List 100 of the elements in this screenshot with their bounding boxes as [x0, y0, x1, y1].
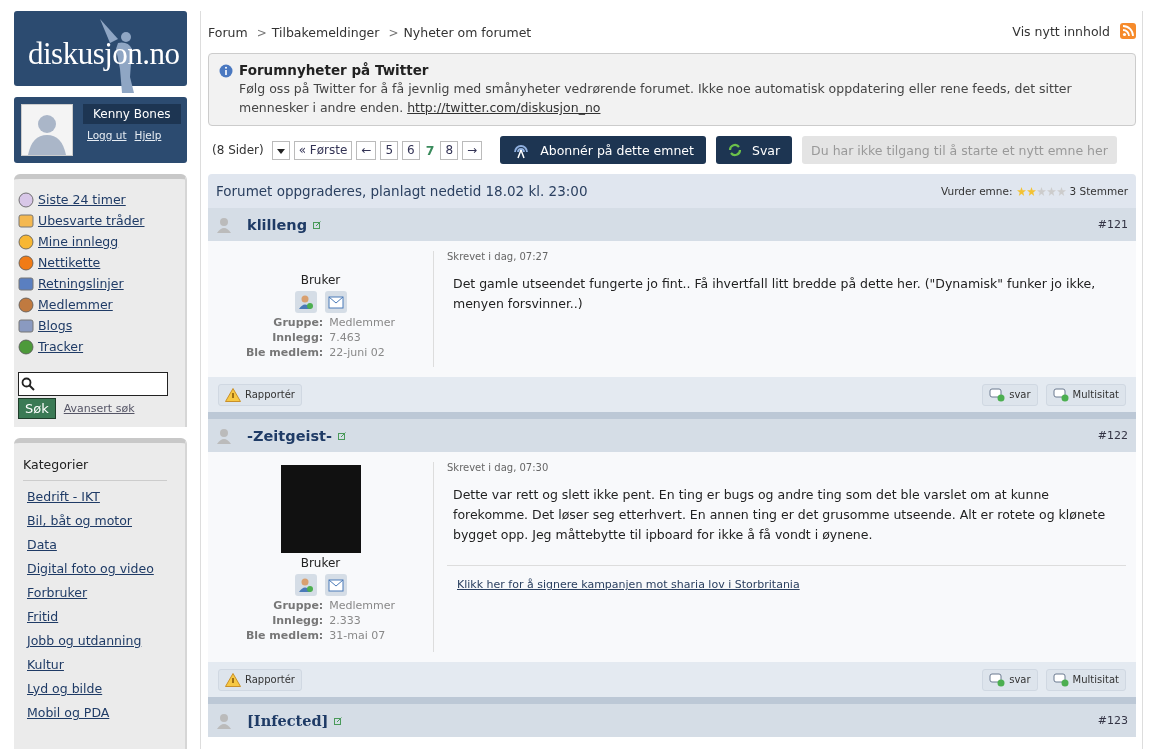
category-link[interactable]: Forbruker [23, 585, 167, 609]
category-link[interactable]: Digital foto og video [23, 561, 167, 585]
speech-bubble-plus-icon [1052, 672, 1069, 687]
twitter-link[interactable]: http://twitter.com/diskusjon_no [407, 100, 601, 115]
categories-title: Kategorier [23, 457, 167, 481]
reply-button[interactable]: svar [982, 668, 1038, 691]
external-link-icon[interactable] [313, 220, 322, 229]
field-label: Ble medlem: [245, 628, 324, 643]
message-button[interactable] [324, 574, 347, 596]
nav-link[interactable]: Medlemmer [18, 294, 185, 315]
vote-count: 3 Stemmer [1069, 185, 1128, 197]
post-date: Skrevet i dag, 07:27 [447, 251, 550, 262]
person-plus-icon [297, 577, 314, 593]
author-link[interactable]: -Zeitgeist- [247, 427, 333, 444]
category-link[interactable]: Bedrift - IKT [23, 489, 167, 513]
notice-text: Følg oss på Twitter for å få jevnlig med smånyheter vedrørende forumet. Ikke noe automatisk oppdatering eller rene feeds, det sitter mennesker i andre enden. http://twitter.com/diskusjon_no [239, 80, 1073, 117]
subscribe-button[interactable]: Abonnér på dette emnet [500, 136, 706, 164]
person-silhouette-icon [216, 427, 232, 444]
refresh-arrow-icon [727, 143, 742, 157]
star-icon[interactable] [1056, 186, 1066, 196]
post-number[interactable]: #122 [1097, 429, 1128, 442]
person-plus-icon [297, 294, 314, 310]
signature-link[interactable]: Klikk her for å signere kampanjen mot sharia lov i Storbritania [457, 578, 800, 591]
avatar-silhouette [21, 104, 73, 156]
field-label: Gruppe: [272, 315, 324, 330]
logo-text[interactable]: diskusjon.no [28, 36, 180, 72]
author-link[interactable]: [Infected] [247, 712, 329, 729]
current-page: 7 [424, 142, 436, 158]
user-name: Kenny Bones [83, 104, 181, 124]
category-link[interactable]: Bil, båt og motor [23, 513, 167, 537]
post-number[interactable]: #121 [1097, 218, 1128, 231]
topic-title: Forumet oppgraderes, planlagt nedetid 18.02 kl. 23:00 [216, 183, 588, 199]
user-link[interactable]: Hjelp [134, 129, 162, 141]
report-button[interactable]: Rapportér [218, 383, 302, 406]
page-button[interactable]: 8 [440, 140, 459, 160]
add-friend-button[interactable] [294, 574, 317, 596]
nav-link[interactable]: Ubesvarte tråder [18, 210, 185, 231]
category-link[interactable]: Data [23, 537, 167, 561]
category-link[interactable]: Lyd og bilde [23, 681, 167, 705]
breadcrumb-link[interactable]: Forum [208, 24, 248, 40]
nav-link[interactable]: Blogs [18, 315, 185, 336]
page-jump-button[interactable] [271, 140, 290, 160]
category-link[interactable]: Kultur [23, 657, 167, 681]
add-friend-button[interactable] [294, 291, 317, 313]
member-role: Bruker [300, 556, 341, 570]
user-link[interactable]: Logg ut [87, 129, 127, 141]
field-label: Gruppe: [272, 598, 324, 613]
nav-link[interactable]: Retningslinjer [18, 273, 185, 294]
page-button[interactable]: 5 [380, 140, 399, 160]
previous-page-button[interactable]: ← [356, 140, 377, 160]
external-link-icon[interactable] [338, 431, 347, 440]
notice-title: Forumnyheter på Twitter [239, 62, 430, 78]
caret-icon [276, 148, 285, 154]
nav-link[interactable]: Siste 24 timer [18, 189, 185, 210]
breadcrumb-link[interactable]: Tilbakemeldinger [271, 24, 380, 40]
star-icon[interactable] [1026, 186, 1036, 196]
report-button[interactable]: Rapportér [218, 668, 302, 691]
post-text: Det gamle utseendet fungerte jo fint.. Få ihvertfall litt bredde på dette her. ("Dynamisk" funker jo ikke, menyen forsvinner..) [453, 275, 1097, 313]
multiquote-button[interactable]: Multisitat [1045, 383, 1126, 406]
next-page-button[interactable]: → [462, 140, 483, 160]
category-link[interactable]: Mobil og PDA [23, 705, 167, 729]
author-link[interactable]: klilleng [247, 216, 308, 233]
field-label: Innlegg: [271, 613, 324, 628]
field-label: Ble medlem: [245, 345, 324, 360]
nav-link[interactable]: Tracker [18, 336, 185, 357]
star-icon[interactable] [1046, 186, 1056, 196]
speech-bubble-plus-icon [989, 672, 1006, 687]
page-button[interactable]: 6 [402, 140, 420, 160]
post-number[interactable]: #123 [1097, 714, 1128, 727]
post-date: Skrevet i dag, 07:30 [447, 462, 550, 473]
reply-button[interactable]: svar [982, 383, 1038, 406]
speech-bubble-plus-icon [989, 387, 1006, 402]
search-field[interactable] [18, 372, 168, 396]
person-silhouette-icon [216, 216, 232, 233]
star-icon[interactable] [1036, 186, 1046, 196]
new-content-link[interactable]: Vis nytt innhold [1012, 23, 1110, 39]
speech-bubble-plus-icon [1052, 387, 1069, 402]
star-icon[interactable] [1016, 186, 1026, 196]
first-page-button[interactable]: « Første [293, 140, 353, 160]
multiquote-button[interactable]: Multisitat [1045, 668, 1126, 691]
advanced-search-link[interactable]: Avansert søk [63, 402, 135, 415]
breadcrumb-separator: > [388, 25, 399, 40]
nav-link[interactable]: Mine innlegg [18, 231, 185, 252]
field-value: 22-juni 02 [329, 345, 386, 360]
info-icon [219, 64, 233, 78]
category-link[interactable]: Jobb og utdanning [23, 633, 167, 657]
rss-icon[interactable] [1120, 23, 1136, 39]
rate-label: Vurder emne: [941, 185, 1013, 197]
message-button[interactable] [324, 291, 347, 313]
post-text: Dette var rett og slett ikke pent. En ting er bugs og andre ting som det ble varslet om at kunne forekomme. Det løser seg etterhvert. En annen ting er det grusomme utseende. Alt er rotete og klønete bygget opp. Jeg måttebytte til ipboard for ikke å få vondt i øynene. [453, 486, 1107, 544]
member-role: Bruker [300, 273, 341, 287]
search-button[interactable]: Søk [18, 398, 56, 419]
page-count: (8 Sider) [212, 143, 264, 157]
field-value: Medlemmer [329, 315, 396, 330]
nav-link[interactable]: Nettikette [18, 252, 185, 273]
external-link-icon[interactable] [334, 716, 343, 725]
category-link[interactable]: Fritid [23, 609, 167, 633]
reply-topic-button[interactable]: Svar [715, 136, 793, 164]
field-value: 31-mai 07 [329, 628, 387, 643]
breadcrumb-link[interactable]: Nyheter om forumet [403, 24, 532, 40]
